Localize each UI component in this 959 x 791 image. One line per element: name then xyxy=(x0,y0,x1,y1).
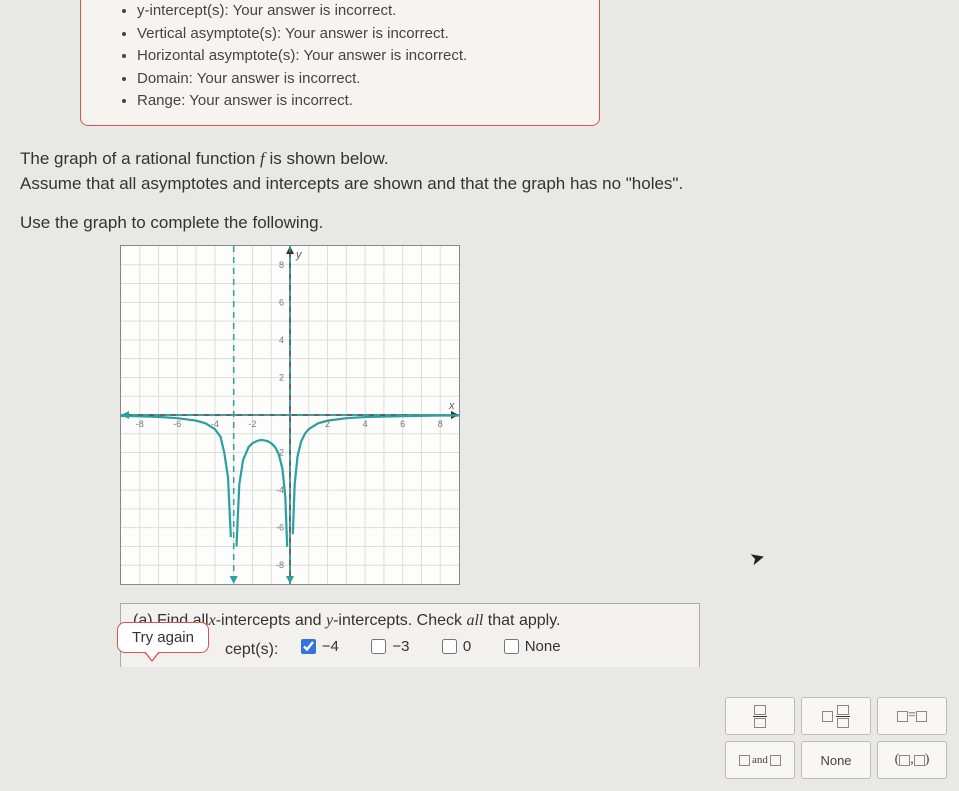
feedback-list: y-intercept(s): Your answer is incorrect… xyxy=(101,0,579,113)
checkbox-neg3[interactable] xyxy=(371,639,386,654)
feedback-box: y-intercept(s): Your answer is incorrect… xyxy=(80,0,600,126)
feedback-item: y-intercept(s): Your answer is incorrect… xyxy=(137,0,579,23)
option-0[interactable]: 0 xyxy=(438,636,471,657)
feedback-item: Vertical asymptote(s): Your answer is in… xyxy=(137,23,579,46)
tool-and[interactable]: and xyxy=(725,741,795,779)
tool-fraction[interactable] xyxy=(725,697,795,735)
intercept-row-label: cept(s): xyxy=(225,641,278,658)
part-a-prompt: (a) Find all x-intercepts and y-intercep… xyxy=(133,612,687,630)
intercept-options-row: Try again cept(s): −4 −3 0 None xyxy=(135,636,687,667)
feedback-item: Domain: Your answer is incorrect. xyxy=(137,68,579,91)
svg-text:-4: -4 xyxy=(276,485,284,495)
svg-text:6: 6 xyxy=(279,297,284,307)
svg-text:4: 4 xyxy=(363,419,368,429)
svg-text:-8: -8 xyxy=(276,560,284,570)
svg-text:8: 8 xyxy=(438,419,443,429)
feedback-item: Horizontal asymptote(s): Your answer is … xyxy=(137,45,579,68)
checkbox-neg4[interactable] xyxy=(301,639,316,654)
tool-none[interactable]: None xyxy=(801,741,871,779)
part-a-section: (a) Find all x-intercepts and y-intercep… xyxy=(120,603,700,667)
math-toolbox: = and None (,) xyxy=(725,697,947,779)
option-neg3[interactable]: −3 xyxy=(367,636,409,657)
feedback-item: Range: Your answer is incorrect. xyxy=(137,90,579,113)
checkbox-none[interactable] xyxy=(504,639,519,654)
svg-text:4: 4 xyxy=(279,334,284,344)
svg-text:2: 2 xyxy=(279,372,284,382)
instruction-text: Use the graph to complete the following. xyxy=(20,213,939,233)
problem-content: The graph of a rational function f is sh… xyxy=(0,146,959,667)
try-again-button[interactable]: Try again xyxy=(117,622,209,653)
tool-mixed-number[interactable] xyxy=(801,697,871,735)
svg-text:6: 6 xyxy=(400,419,405,429)
svg-text:-2: -2 xyxy=(248,419,256,429)
svg-text:-6: -6 xyxy=(173,419,181,429)
graph-svg: -8-6-4-22468-8-6-4-22468xy xyxy=(121,246,459,584)
svg-text:x: x xyxy=(448,400,455,412)
graph-plot: -8-6-4-22468-8-6-4-22468xy xyxy=(120,245,460,585)
svg-text:-6: -6 xyxy=(276,522,284,532)
tool-equation[interactable]: = xyxy=(877,697,947,735)
checkbox-0[interactable] xyxy=(442,639,457,654)
tool-interval[interactable]: (,) xyxy=(877,741,947,779)
option-neg4[interactable]: −4 xyxy=(297,636,339,657)
problem-statement: The graph of a rational function f is sh… xyxy=(20,146,939,197)
option-none[interactable]: None xyxy=(500,636,561,657)
svg-text:8: 8 xyxy=(279,259,284,269)
svg-text:y: y xyxy=(295,249,303,261)
svg-text:-8: -8 xyxy=(136,419,144,429)
